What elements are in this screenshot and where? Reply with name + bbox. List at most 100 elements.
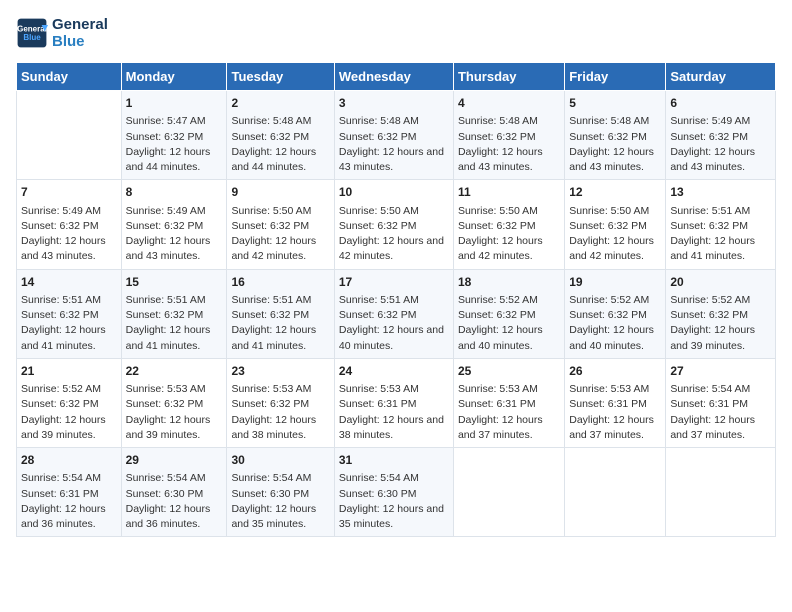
daylight-text: Daylight: 12 hours and 43 minutes. xyxy=(458,145,560,175)
logo: General Blue General Blue xyxy=(16,16,108,50)
daylight-text: Daylight: 12 hours and 39 minutes. xyxy=(126,413,223,443)
weekday-header-wednesday: Wednesday xyxy=(334,63,453,91)
sunrise-text: Sunrise: 5:50 AM xyxy=(231,204,329,219)
daylight-text: Daylight: 12 hours and 41 minutes. xyxy=(670,234,771,264)
calendar-cell: 11Sunrise: 5:50 AMSunset: 6:32 PMDayligh… xyxy=(453,180,564,269)
calendar-cell: 2Sunrise: 5:48 AMSunset: 6:32 PMDaylight… xyxy=(227,91,334,180)
calendar-cell: 24Sunrise: 5:53 AMSunset: 6:31 PMDayligh… xyxy=(334,358,453,447)
day-number: 4 xyxy=(458,95,560,112)
sunrise-text: Sunrise: 5:52 AM xyxy=(21,382,117,397)
sunrise-text: Sunrise: 5:54 AM xyxy=(670,382,771,397)
sunset-text: Sunset: 6:32 PM xyxy=(339,308,449,323)
sunrise-text: Sunrise: 5:53 AM xyxy=(458,382,560,397)
sunrise-text: Sunrise: 5:52 AM xyxy=(670,293,771,308)
sunset-text: Sunset: 6:32 PM xyxy=(670,308,771,323)
calendar-cell: 5Sunrise: 5:48 AMSunset: 6:32 PMDaylight… xyxy=(565,91,666,180)
calendar-cell: 4Sunrise: 5:48 AMSunset: 6:32 PMDaylight… xyxy=(453,91,564,180)
day-number: 1 xyxy=(126,95,223,112)
sunrise-text: Sunrise: 5:54 AM xyxy=(126,471,223,486)
calendar-cell: 18Sunrise: 5:52 AMSunset: 6:32 PMDayligh… xyxy=(453,269,564,358)
sunrise-text: Sunrise: 5:48 AM xyxy=(339,114,449,129)
daylight-text: Daylight: 12 hours and 35 minutes. xyxy=(339,502,449,532)
day-number: 8 xyxy=(126,184,223,201)
daylight-text: Daylight: 12 hours and 41 minutes. xyxy=(231,323,329,353)
daylight-text: Daylight: 12 hours and 40 minutes. xyxy=(339,323,449,353)
daylight-text: Daylight: 12 hours and 43 minutes. xyxy=(126,234,223,264)
day-number: 3 xyxy=(339,95,449,112)
day-number: 12 xyxy=(569,184,661,201)
sunrise-text: Sunrise: 5:52 AM xyxy=(458,293,560,308)
sunrise-text: Sunrise: 5:50 AM xyxy=(339,204,449,219)
sunset-text: Sunset: 6:32 PM xyxy=(670,130,771,145)
sunrise-text: Sunrise: 5:53 AM xyxy=(231,382,329,397)
sunrise-text: Sunrise: 5:50 AM xyxy=(569,204,661,219)
sunrise-text: Sunrise: 5:52 AM xyxy=(569,293,661,308)
day-number: 29 xyxy=(126,452,223,469)
sunrise-text: Sunrise: 5:49 AM xyxy=(126,204,223,219)
calendar-cell: 10Sunrise: 5:50 AMSunset: 6:32 PMDayligh… xyxy=(334,180,453,269)
calendar-cell: 7Sunrise: 5:49 AMSunset: 6:32 PMDaylight… xyxy=(17,180,122,269)
calendar-cell: 9 Sunrise: 5:50 AMSunset: 6:32 PMDaylight… xyxy=(227,180,334,269)
sunset-text: Sunset: 6:32 PM xyxy=(126,219,223,234)
sunrise-text: Sunrise: 5:47 AM xyxy=(126,114,223,129)
sunset-text: Sunset: 6:32 PM xyxy=(21,397,117,412)
day-number: 11 xyxy=(458,184,560,201)
weekday-header-tuesday: Tuesday xyxy=(227,63,334,91)
day-number: 24 xyxy=(339,363,449,380)
sunset-text: Sunset: 6:32 PM xyxy=(670,219,771,234)
sunset-text: Sunset: 6:31 PM xyxy=(21,487,117,502)
svg-text:Blue: Blue xyxy=(23,33,41,42)
day-number: 2 xyxy=(231,95,329,112)
day-number: 14 xyxy=(21,274,117,291)
daylight-text: Daylight: 12 hours and 43 minutes. xyxy=(339,145,449,175)
daylight-text: Daylight: 12 hours and 44 minutes. xyxy=(231,145,329,175)
day-number: 15 xyxy=(126,274,223,291)
sunrise-text: Sunrise: 5:48 AM xyxy=(569,114,661,129)
calendar-cell: 16Sunrise: 5:51 AMSunset: 6:32 PMDayligh… xyxy=(227,269,334,358)
calendar-cell: 31Sunrise: 5:54 AMSunset: 6:30 PMDayligh… xyxy=(334,448,453,537)
daylight-text: Daylight: 12 hours and 42 minutes. xyxy=(458,234,560,264)
daylight-text: Daylight: 12 hours and 37 minutes. xyxy=(670,413,771,443)
sunrise-text: Sunrise: 5:51 AM xyxy=(670,204,771,219)
daylight-text: Daylight: 12 hours and 42 minutes. xyxy=(231,234,329,264)
daylight-text: Daylight: 12 hours and 37 minutes. xyxy=(458,413,560,443)
day-number: 6 xyxy=(670,95,771,112)
daylight-text: Daylight: 12 hours and 43 minutes. xyxy=(670,145,771,175)
calendar-cell: 15Sunrise: 5:51 AMSunset: 6:32 PMDayligh… xyxy=(121,269,227,358)
daylight-text: Daylight: 12 hours and 39 minutes. xyxy=(670,323,771,353)
calendar-cell: 1Sunrise: 5:47 AMSunset: 6:32 PMDaylight… xyxy=(121,91,227,180)
sunset-text: Sunset: 6:31 PM xyxy=(670,397,771,412)
sunrise-text: Sunrise: 5:48 AM xyxy=(458,114,560,129)
day-number: 16 xyxy=(231,274,329,291)
sunrise-text: Sunrise: 5:54 AM xyxy=(231,471,329,486)
calendar-cell: 27Sunrise: 5:54 AMSunset: 6:31 PMDayligh… xyxy=(666,358,776,447)
logo-line1: General xyxy=(52,16,108,33)
calendar-cell: 29Sunrise: 5:54 AMSunset: 6:30 PMDayligh… xyxy=(121,448,227,537)
daylight-text: Daylight: 12 hours and 37 minutes. xyxy=(569,413,661,443)
day-number: 31 xyxy=(339,452,449,469)
calendar-cell: 13Sunrise: 5:51 AMSunset: 6:32 PMDayligh… xyxy=(666,180,776,269)
sunrise-text: Sunrise: 5:54 AM xyxy=(21,471,117,486)
calendar-cell: 19Sunrise: 5:52 AMSunset: 6:32 PMDayligh… xyxy=(565,269,666,358)
day-number: 19 xyxy=(569,274,661,291)
calendar-cell xyxy=(666,448,776,537)
calendar-cell xyxy=(17,91,122,180)
sunrise-text: Sunrise: 5:51 AM xyxy=(21,293,117,308)
sunrise-text: Sunrise: 5:53 AM xyxy=(339,382,449,397)
sunrise-text: Sunrise: 5:53 AM xyxy=(569,382,661,397)
sunset-text: Sunset: 6:32 PM xyxy=(231,397,329,412)
day-number: 9 xyxy=(231,184,329,201)
day-number: 23 xyxy=(231,363,329,380)
daylight-text: Daylight: 12 hours and 41 minutes. xyxy=(126,323,223,353)
day-number: 30 xyxy=(231,452,329,469)
day-number: 26 xyxy=(569,363,661,380)
daylight-text: Daylight: 12 hours and 40 minutes. xyxy=(569,323,661,353)
sunset-text: Sunset: 6:30 PM xyxy=(231,487,329,502)
sunset-text: Sunset: 6:32 PM xyxy=(339,219,449,234)
weekday-header-friday: Friday xyxy=(565,63,666,91)
daylight-text: Daylight: 12 hours and 36 minutes. xyxy=(126,502,223,532)
day-number: 5 xyxy=(569,95,661,112)
day-number: 20 xyxy=(670,274,771,291)
calendar-table: SundayMondayTuesdayWednesdayThursdayFrid… xyxy=(16,62,776,537)
sunset-text: Sunset: 6:32 PM xyxy=(231,219,329,234)
